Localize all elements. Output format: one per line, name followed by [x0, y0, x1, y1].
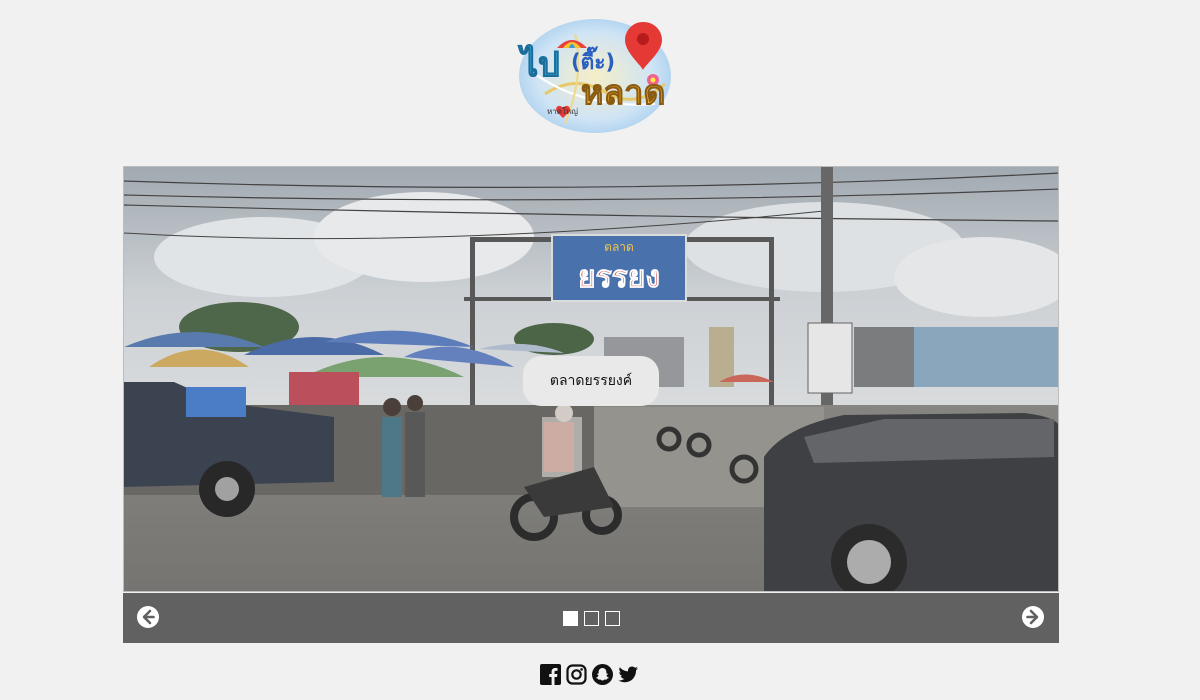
next-slide-button[interactable] [1022, 606, 1044, 628]
arrow-left-icon [142, 609, 155, 625]
slide-caption: ตลาดยรรยงค์ [523, 356, 659, 406]
twitter-icon[interactable] [618, 664, 639, 685]
slideshow-controls [123, 593, 1059, 643]
site-logo[interactable]: ไป (ตี๊ะ) หลาด หาดใหญ่ [515, 14, 675, 136]
social-links [540, 664, 639, 685]
logo-text-line3: หลาด [581, 73, 665, 113]
logo-graphic: ไป (ตี๊ะ) หลาด หาดใหญ่ [518, 19, 671, 133]
instagram-icon[interactable] [566, 664, 587, 685]
slide-indicator-1[interactable] [563, 611, 578, 626]
previous-slide-button[interactable] [137, 606, 159, 628]
slide-indicators [563, 611, 620, 626]
arrow-right-icon [1026, 609, 1039, 625]
slide-indicator-2[interactable] [584, 611, 599, 626]
facebook-icon[interactable] [540, 664, 561, 685]
logo-text-line2: (ตี๊ะ) [571, 46, 615, 74]
slideshow: ตลาด ยรรยง ตลาดยรรยงค์ [123, 166, 1059, 643]
snapchat-icon[interactable] [592, 664, 613, 685]
slide-image: ตลาด ยรรยง ตลาดยรรยงค์ [123, 166, 1059, 592]
logo-map-label: หาดใหญ่ [547, 107, 578, 116]
slide-indicator-3[interactable] [605, 611, 620, 626]
logo-text-line1: ไป [518, 44, 560, 85]
